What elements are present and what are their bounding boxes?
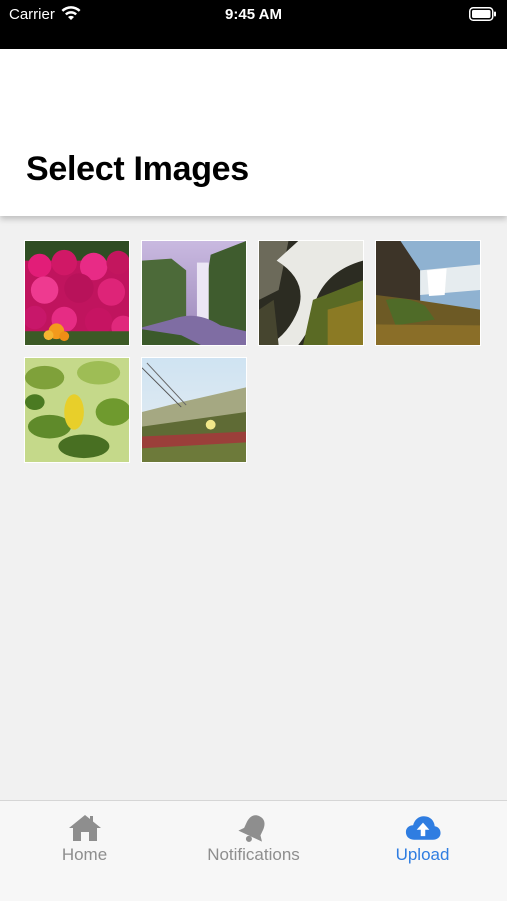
tab-bar: Home Notifications Upload [0, 800, 507, 901]
waterfall-image [259, 241, 363, 345]
image-thumbnail-waterfall-3[interactable] [375, 240, 481, 346]
tab-upload[interactable]: Upload [338, 813, 507, 873]
bell-icon [237, 815, 264, 842]
status-time: 9:45 AM [225, 6, 282, 23]
cloud-upload-icon [405, 816, 441, 840]
leaves-image [25, 358, 129, 462]
tab-home[interactable]: Home [0, 813, 169, 873]
tab-notifications-label: Notifications [207, 845, 300, 864]
tab-home-label: Home [61, 845, 108, 864]
image-thumbnail-waterfall-2[interactable] [258, 240, 364, 346]
page-title: Select Images [26, 150, 249, 188]
image-thumbnail-waterfall-1[interactable] [141, 240, 247, 346]
waterfall-image [376, 241, 480, 345]
home-icon [68, 815, 101, 841]
image-thumbnail-flowers[interactable] [24, 240, 130, 346]
tab-upload-label: Upload [395, 845, 450, 864]
coast-image [142, 358, 246, 462]
tab-notifications[interactable]: Notifications [169, 813, 338, 873]
image-thumbnail-coast[interactable] [141, 357, 247, 463]
battery-icon [469, 7, 496, 21]
status-bar: Carrier 9:45 AM [0, 0, 507, 49]
waterfall-image [142, 241, 246, 345]
navigation-header: Select Images [0, 49, 507, 216]
flowers-image [25, 241, 129, 345]
image-thumbnail-leaves[interactable] [24, 357, 130, 463]
